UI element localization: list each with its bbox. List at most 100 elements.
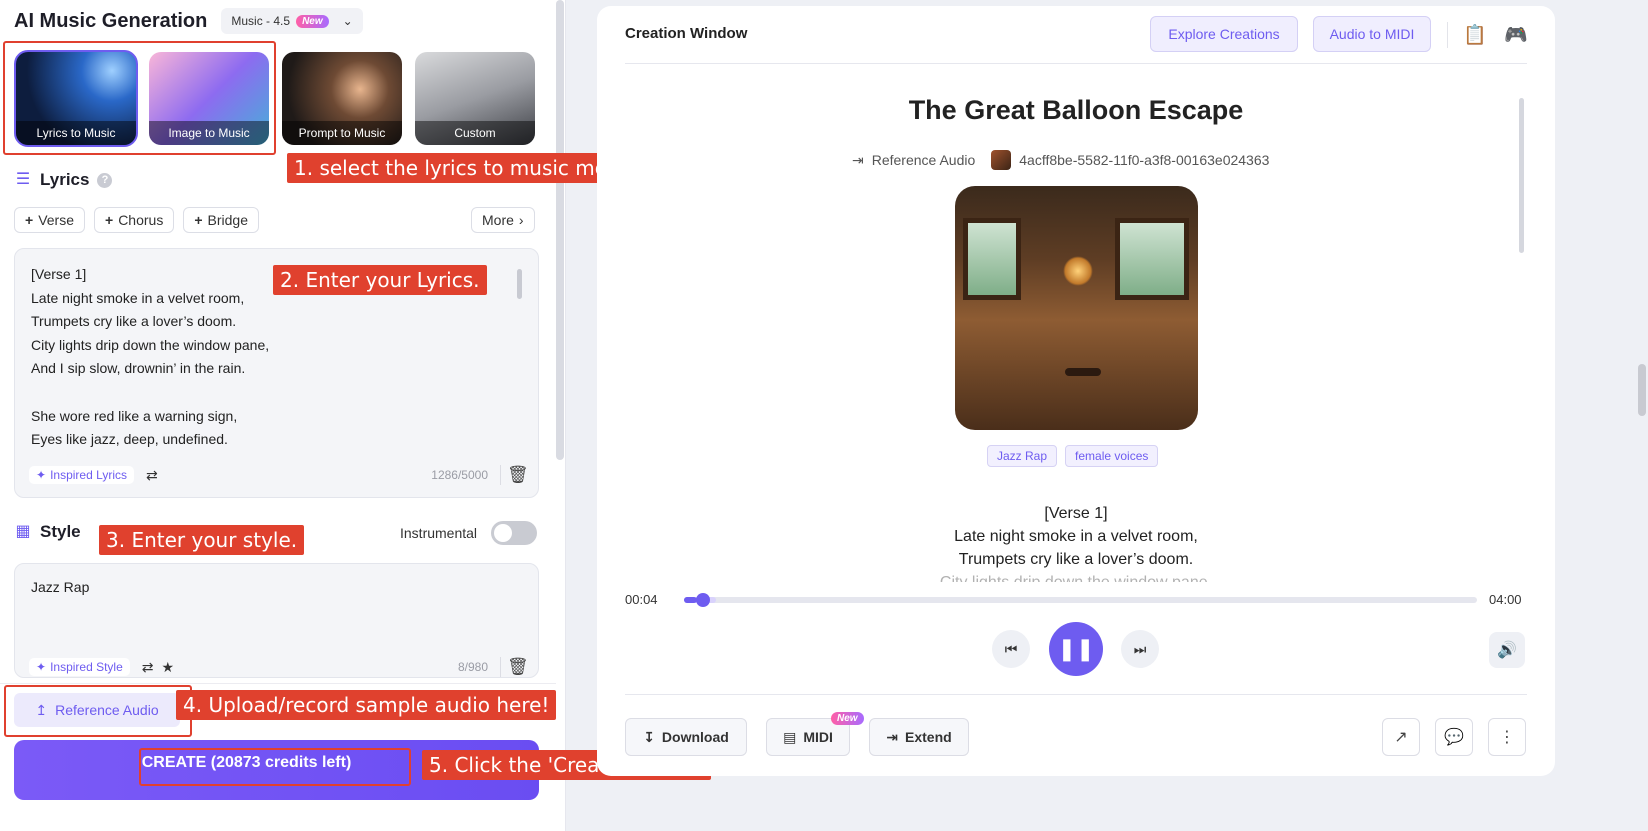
tag-voice[interactable]: female voices [1065, 445, 1159, 467]
extend-icon: ⇥ [886, 728, 899, 745]
lyrics-line: City lights drip down the window pane, [31, 336, 270, 353]
instrumental-control: Instrumental [400, 521, 538, 545]
mode-label: Custom [415, 121, 535, 145]
callout-step-2: 2. Enter your Lyrics. [273, 265, 487, 295]
volume-button[interactable]: 🔊 [1489, 632, 1525, 668]
mode-lyrics-to-music[interactable]: Lyrics to Music [14, 50, 138, 147]
instrumental-label: Instrumental [400, 525, 478, 541]
extend-label: Extend [905, 729, 952, 745]
lyrics-icon: ☰ [15, 171, 31, 188]
cover-stool [1065, 368, 1101, 376]
lyrics-line [31, 381, 269, 405]
reference-info: ⇥ Reference Audio 4acff8be-5582-11f0-a3f… [852, 150, 1269, 170]
cover-window-left [963, 218, 1021, 300]
lyrics-line: She wore red like a warning sign, [31, 407, 238, 424]
creation-scrollbar[interactable] [1519, 98, 1524, 253]
reference-audio-label: Reference Audio [55, 702, 159, 718]
callout-step-4: 4. Upload/record sample audio here! [176, 690, 557, 720]
lyrics-scrollbar[interactable] [517, 269, 522, 299]
cover-art [955, 186, 1198, 430]
lyrics-line: And I sip slow, drownin’ in the rain. [31, 360, 246, 377]
shuffle-icon[interactable]: ⇄ [142, 659, 154, 676]
callout-step-1: 1. select the lyrics to music mode. [287, 153, 646, 183]
style-char-count: 8/980 [457, 660, 488, 674]
mode-image-to-music[interactable]: Image to Music [149, 52, 269, 145]
seek-bar[interactable] [684, 593, 1477, 607]
tag-genre[interactable]: Jazz Rap [987, 445, 1058, 467]
reference-audio-button[interactable]: ↥ Reference Audio [14, 693, 180, 727]
lyrics-footer: ✦ Inspired Lyrics ⇄ 1286/5000 🗑 [29, 463, 529, 487]
sparkle-icon: ✦ [36, 660, 47, 674]
add-verse-button[interactable]: + Verse [14, 207, 85, 233]
lyrics-line: Eyes like jazz, deep, undefined. [31, 431, 228, 448]
plus-icon: + [25, 212, 34, 228]
plus-icon: + [194, 212, 203, 228]
midi-label: MIDI [803, 729, 833, 745]
external-link-icon: ↗ [1394, 729, 1408, 746]
model-select[interactable]: Music - 4.5 New ⌄ [221, 8, 363, 34]
played-bar [684, 597, 698, 603]
extend-button[interactable]: ⇥ Extend [869, 718, 969, 756]
cover-window-right [1115, 218, 1189, 300]
volume-icon: 🔊 [1497, 642, 1517, 659]
style-footer: ✦ Inspired Style ⇄ ★ 8/980 🗑 [29, 655, 529, 677]
shuffle-icon[interactable]: ⇄ [146, 467, 158, 484]
next-button[interactable]: ⏭ [1121, 630, 1159, 668]
plus-icon: + [105, 212, 114, 228]
kebab-menu-icon: ⋮ [1499, 729, 1515, 746]
app-title: AI Music Generation [14, 9, 208, 32]
footer-divider [625, 694, 1527, 695]
chip-label: Bridge [207, 212, 248, 228]
task-list-icon[interactable]: 📋 [1463, 23, 1487, 47]
lyrics-text: [Verse 1] Late night smoke in a velvet r… [31, 263, 269, 452]
audio-to-midi-button[interactable]: Audio to MIDI [1313, 16, 1431, 52]
mode-label: Image to Music [149, 121, 269, 145]
trash-icon[interactable]: 🗑 [500, 465, 529, 485]
skip-forward-icon: ⏭ [1133, 640, 1147, 657]
reference-audio-text: Reference Audio [871, 152, 976, 168]
page-scrollbar[interactable] [1638, 364, 1646, 416]
grid-icon: ▦ [15, 523, 31, 540]
pause-button[interactable]: ❚❚ [1049, 622, 1103, 676]
lyrics-heading: ☰ Lyrics ? [14, 170, 113, 190]
more-options-button[interactable]: ⋮ [1488, 718, 1526, 756]
mode-custom[interactable]: Custom [415, 52, 535, 145]
comment-button[interactable]: 💬 [1435, 718, 1473, 756]
more-button[interactable]: More › [471, 207, 535, 233]
seek-handle[interactable] [696, 593, 711, 607]
chevron-down-icon: ⌄ [342, 14, 353, 28]
callout-box-create [139, 748, 411, 786]
song-tags: Jazz Rap female voices [987, 445, 1159, 467]
left-scrollbar[interactable] [556, 0, 564, 460]
trash-icon[interactable]: 🗑 [500, 657, 529, 677]
help-icon[interactable]: ? [97, 172, 113, 188]
download-icon: ↧ [643, 728, 655, 745]
upload-icon: ↥ [35, 701, 48, 718]
wand-icon[interactable]: ★ [162, 659, 175, 676]
add-chorus-button[interactable]: + Chorus [94, 207, 175, 233]
chip-label: Verse [38, 212, 74, 228]
style-textarea[interactable]: Jazz Rap ✦ Inspired Style ⇄ ★ 8/980 🗑 [14, 563, 539, 678]
previous-button[interactable]: ⏮ [992, 630, 1030, 668]
inspired-style-button[interactable]: ✦ Inspired Style [29, 658, 130, 676]
explore-creations-button[interactable]: Explore Creations [1150, 16, 1298, 52]
callout-step-3: 3. Enter your style. [99, 525, 305, 555]
download-label: Download [661, 729, 729, 745]
midi-new-badge: New [831, 712, 864, 725]
reference-id: 4acff8be-5582-11f0-a3f8-00163e024363 [1019, 152, 1270, 168]
instrumental-toggle[interactable] [491, 521, 538, 545]
download-button[interactable]: ↧ Download [625, 718, 747, 756]
more-label: More [482, 212, 514, 228]
inspired-lyrics-button[interactable]: ✦ Inspired Lyrics [29, 466, 134, 484]
lyrics-line: Trumpets cry like a lover’s doom. [31, 313, 237, 330]
preview-line: City lights drip down the window pane, [597, 571, 1555, 582]
add-bridge-button[interactable]: + Bridge [183, 207, 259, 233]
lyrics-char-count: 1286/5000 [431, 468, 488, 482]
pause-icon: ❚❚ [1057, 636, 1095, 661]
inspired-style-label: Inspired Style [50, 660, 123, 674]
mode-prompt-to-music[interactable]: Prompt to Music [282, 52, 402, 145]
extend-icon: ⇥ [852, 151, 864, 168]
discord-icon[interactable]: 🎮 [1504, 23, 1528, 47]
lyrics-preview: [Verse 1] Late night smoke in a velvet r… [597, 502, 1555, 582]
share-button[interactable]: ↗ [1382, 718, 1420, 756]
